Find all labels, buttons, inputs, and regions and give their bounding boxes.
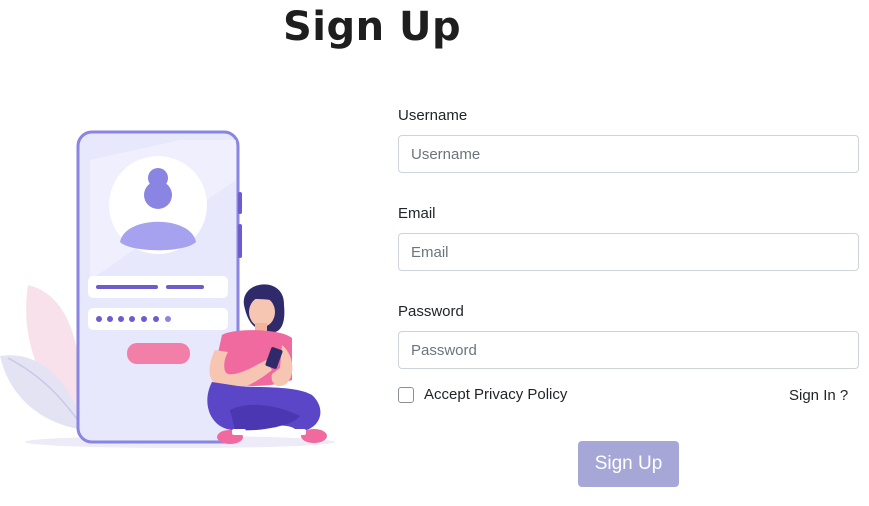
password-label: Password <box>398 303 464 320</box>
privacy-row: Accept Privacy Policy <box>398 386 567 403</box>
username-label: Username <box>398 107 468 124</box>
privacy-checkbox[interactable] <box>398 386 414 403</box>
page-title: Sign Up <box>283 4 462 50</box>
privacy-label: Accept Privacy Policy <box>424 386 568 403</box>
signup-illustration <box>0 130 335 448</box>
password-input[interactable] <box>398 331 859 369</box>
sign-in-link[interactable]: Sign In ? <box>789 387 848 404</box>
email-input[interactable] <box>398 233 859 271</box>
sign-up-button[interactable]: Sign Up <box>578 441 679 487</box>
email-label: Email <box>398 205 436 222</box>
username-input[interactable] <box>398 135 859 173</box>
